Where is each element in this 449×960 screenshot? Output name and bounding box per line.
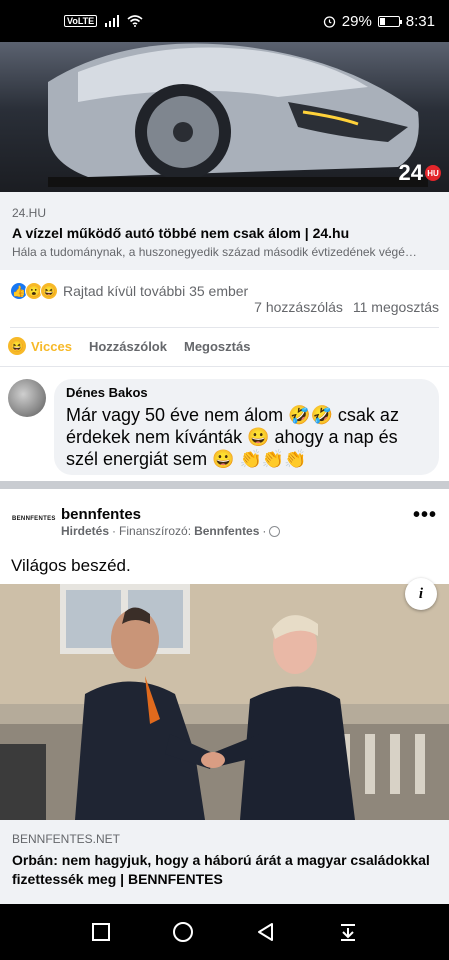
link-domain: BENNFENTES.NET	[12, 832, 121, 846]
react-label: Vicces	[31, 338, 72, 354]
feed-separator	[0, 481, 449, 489]
avatar[interactable]	[8, 379, 46, 417]
link-preview-24hu[interactable]: 24.HU A vízzel működő autó többé nem csa…	[0, 192, 449, 270]
signal-icon	[105, 15, 120, 27]
divider	[0, 366, 449, 367]
link-title: Orbán: nem hagyjuk, hogy a háború árát a…	[12, 852, 430, 887]
post-text: Világos beszéd.	[11, 556, 131, 575]
post-action-bar: 😆 Vicces Hozzászólok Megosztás	[8, 334, 439, 358]
comment-bubble[interactable]: Dénes Bakos Már vagy 50 éve nem álom 🤣🤣 …	[54, 379, 439, 475]
article-image-car[interactable]: 24 HU	[0, 42, 449, 192]
divider	[10, 327, 439, 328]
clock: 8:31	[405, 12, 435, 30]
handshake-photo	[0, 584, 449, 820]
link-domain: 24.HU	[12, 206, 47, 220]
page-name[interactable]: bennfentes	[61, 506, 141, 523]
comments-count[interactable]: 7 hozzászólás	[254, 299, 343, 315]
haha-reaction-icon: 😆	[40, 282, 58, 300]
link-title: A vízzel működő autó többé nem csak álom…	[12, 225, 350, 241]
sponsored-label: Hirdetés	[61, 524, 110, 538]
back-button[interactable]	[252, 918, 280, 946]
comment-button[interactable]: Hozzászólok	[89, 339, 167, 354]
comment-text: Már vagy 50 éve nem álom 🤣🤣 csak az érde…	[66, 405, 399, 469]
battery-icon	[377, 15, 402, 27]
volte-icon: VoLTE	[64, 15, 98, 27]
more-options-button[interactable]: •••	[413, 504, 437, 527]
pull-down-icon	[340, 924, 355, 941]
link-preview-bennfentes[interactable]: BENNFENTES.NET Orbán: nem hagyjuk, hogy …	[0, 820, 449, 904]
alarm-icon	[323, 15, 335, 28]
status-left: VoLTE	[64, 15, 143, 27]
status-right: 29% 8:31	[323, 13, 435, 30]
comment-author[interactable]: Dénes Bakos	[66, 385, 427, 400]
react-button[interactable]: 😆 Vicces	[8, 337, 72, 355]
circle-icon	[173, 922, 194, 942]
square-icon	[92, 923, 111, 941]
home-button[interactable]	[169, 918, 197, 946]
wifi-icon	[127, 15, 143, 27]
system-navigation-bar	[0, 904, 449, 960]
24hu-logo: 24 HU	[399, 160, 441, 186]
status-bar: VoLTE 29% 8:31	[0, 0, 449, 42]
battery-fill	[379, 17, 385, 25]
notification-pull-button[interactable]	[334, 918, 362, 946]
reaction-icons: 👍 😮 😆	[10, 282, 58, 300]
share-label: Megosztás	[183, 338, 251, 354]
info-button[interactable]: i	[405, 578, 437, 610]
recents-button[interactable]	[87, 918, 115, 946]
share-button[interactable]: Megosztás	[184, 339, 250, 354]
haha-icon: 😆	[8, 337, 26, 355]
funded-by-label: Finanszírozó:	[119, 524, 192, 538]
ad-image-handshake[interactable]	[0, 584, 449, 820]
bennfentes-logo[interactable]: BENNFENTES	[12, 516, 56, 522]
comment-label: Hozzászólok	[88, 338, 167, 354]
globe-icon	[269, 525, 281, 537]
engagement-counts: 7 hozzászólás 11 megosztás	[254, 299, 439, 315]
funder-name: Bennfentes	[194, 524, 260, 538]
battery-percent: 29%	[341, 12, 372, 30]
sponsored-post-header: BENNFENTES bennfentes Hirdetés · Finansz…	[0, 496, 449, 544]
shares-count[interactable]: 11 megosztás	[353, 299, 439, 315]
reactions-text: Rajtad kívül további 35 ember	[63, 283, 249, 299]
sponsored-meta: Hirdetés · Finanszírozó: Bennfentes ·	[61, 524, 281, 538]
back-triangle-icon	[257, 923, 273, 941]
car-illustration	[48, 43, 428, 187]
link-description: Hála a tudománynak, a huszonegyedik száz…	[12, 245, 417, 259]
